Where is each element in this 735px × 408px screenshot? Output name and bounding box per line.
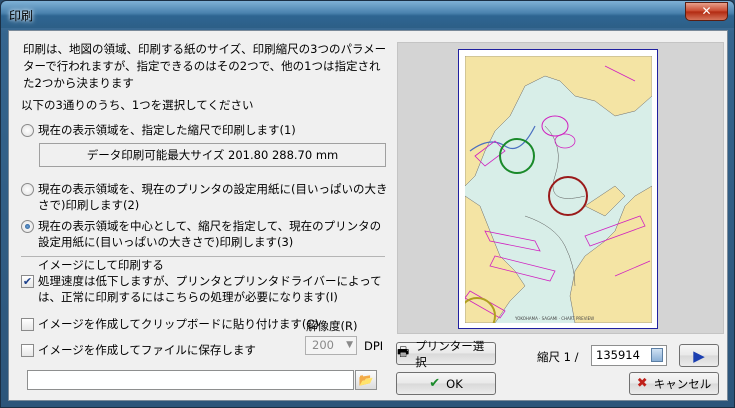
clipboard-checkbox-row[interactable]: イメージを作成してクリップボードに貼り付けます(C) [21,316,319,332]
printer-select-button[interactable]: 🖶 プリンター選択 [396,339,496,369]
radio-indicator[interactable] [21,183,34,196]
folder-icon: 📂 [358,373,374,387]
title-bar[interactable]: 印刷 ✕ [1,1,734,28]
option-1-label: 現在の表示領域を、指定した縮尺で印刷します(1) [38,123,296,137]
option-1-radio[interactable]: 現在の表示領域を、指定した縮尺で印刷します(1) [21,122,391,138]
x-icon: ✖ [636,376,648,391]
radio-indicator-selected[interactable] [21,220,34,233]
close-button[interactable]: ✕ [685,2,728,21]
max-print-size-box: データ印刷可能最大サイズ 201.80 288.70 mm [39,143,386,167]
resolution-value: 200 [312,338,334,352]
option-2-radio[interactable]: 現在の表示領域を、現在のプリンタの設定用紙に(目いっぱいの大きさで)印刷します(… [21,181,389,213]
ok-label: OK [446,376,463,391]
save-file-label: イメージを作成してファイルに保存します [38,343,256,357]
chart-preview-map: YOKOHAMA · SAGAMI · CHART PREVIEW [465,56,652,323]
clipboard-checkbox[interactable] [21,318,34,331]
printer-select-label: プリンター選択 [415,338,485,369]
image-print-checkbox-row[interactable]: イメージにして印刷する ✔ 処理速度は低下しますが、プリンタとプリンタドライバー… [21,257,385,305]
resolution-label: 解像度(R) [306,319,358,333]
apply-scale-button[interactable]: ▶ [679,344,719,367]
scale-value: 135914 [596,348,640,362]
save-file-checkbox-row[interactable]: イメージを作成してファイルに保存します [21,342,256,358]
print-preview: YOKOHAMA · SAGAMI · CHART PREVIEW [397,42,724,334]
save-file-checkbox[interactable] [21,344,34,357]
printer-icon: 🖶 [397,344,410,360]
preview-footer-text: YOKOHAMA · SAGAMI · CHART PREVIEW [514,316,594,321]
image-print-checkbox[interactable]: ✔ [21,275,34,288]
scale-label: 縮尺 1 / [537,350,579,364]
dpi-unit-label: DPI [364,339,384,353]
cancel-button[interactable]: ✖ キャンセル [629,372,719,395]
option-instruction: 以下の3通りのうち、1つを選択してください [21,98,254,112]
radio-indicator[interactable] [21,124,34,137]
preview-paper: YOKOHAMA · SAGAMI · CHART PREVIEW [458,49,658,329]
image-print-note: 処理速度は低下しますが、プリンタとプリンタドライバーによっては、正常に印刷するに… [38,274,382,304]
option-3-label: 現在の表示領域を中心として、縮尺を指定して、現在のプリンタの設定用紙に(目いっぱ… [38,219,382,249]
dialog-body: 印刷は、地図の領域、印刷する紙のサイズ、印刷縮尺の3つのパラメーターで行われます… [8,30,728,401]
resolution-select[interactable]: 200 ▼ [305,336,357,355]
cancel-label: キャンセル [653,376,712,391]
option-3-radio[interactable]: 現在の表示領域を中心として、縮尺を指定して、現在のプリンタの設定用紙に(目いっぱ… [21,218,389,250]
image-print-label: イメージにして印刷する [38,258,164,272]
play-arrow-icon: ▶ [693,346,705,365]
ok-button[interactable]: ✔ OK [396,372,496,395]
print-dialog: 印刷 ✕ 印刷は、地図の領域、印刷する紙のサイズ、印刷縮尺の3つのパラメーターで… [0,0,735,408]
checkmark-icon: ✔ [429,376,441,391]
window-title: 印刷 [9,9,34,23]
browse-folder-button[interactable]: 📂 [355,370,377,390]
file-path-input[interactable] [27,370,354,390]
option-2-label: 現在の表示領域を、現在のプリンタの設定用紙に(目いっぱいの大きさで)印刷します(… [38,182,388,212]
clipboard-label: イメージを作成してクリップボードに貼り付けます(C) [38,317,319,331]
calculator-icon[interactable] [651,348,663,362]
chevron-down-icon: ▼ [346,340,353,350]
description-text: 印刷は、地図の領域、印刷する紙のサイズ、印刷縮尺の3つのパラメーターで行われます… [23,42,387,90]
scale-input[interactable]: 135914 [591,345,667,366]
